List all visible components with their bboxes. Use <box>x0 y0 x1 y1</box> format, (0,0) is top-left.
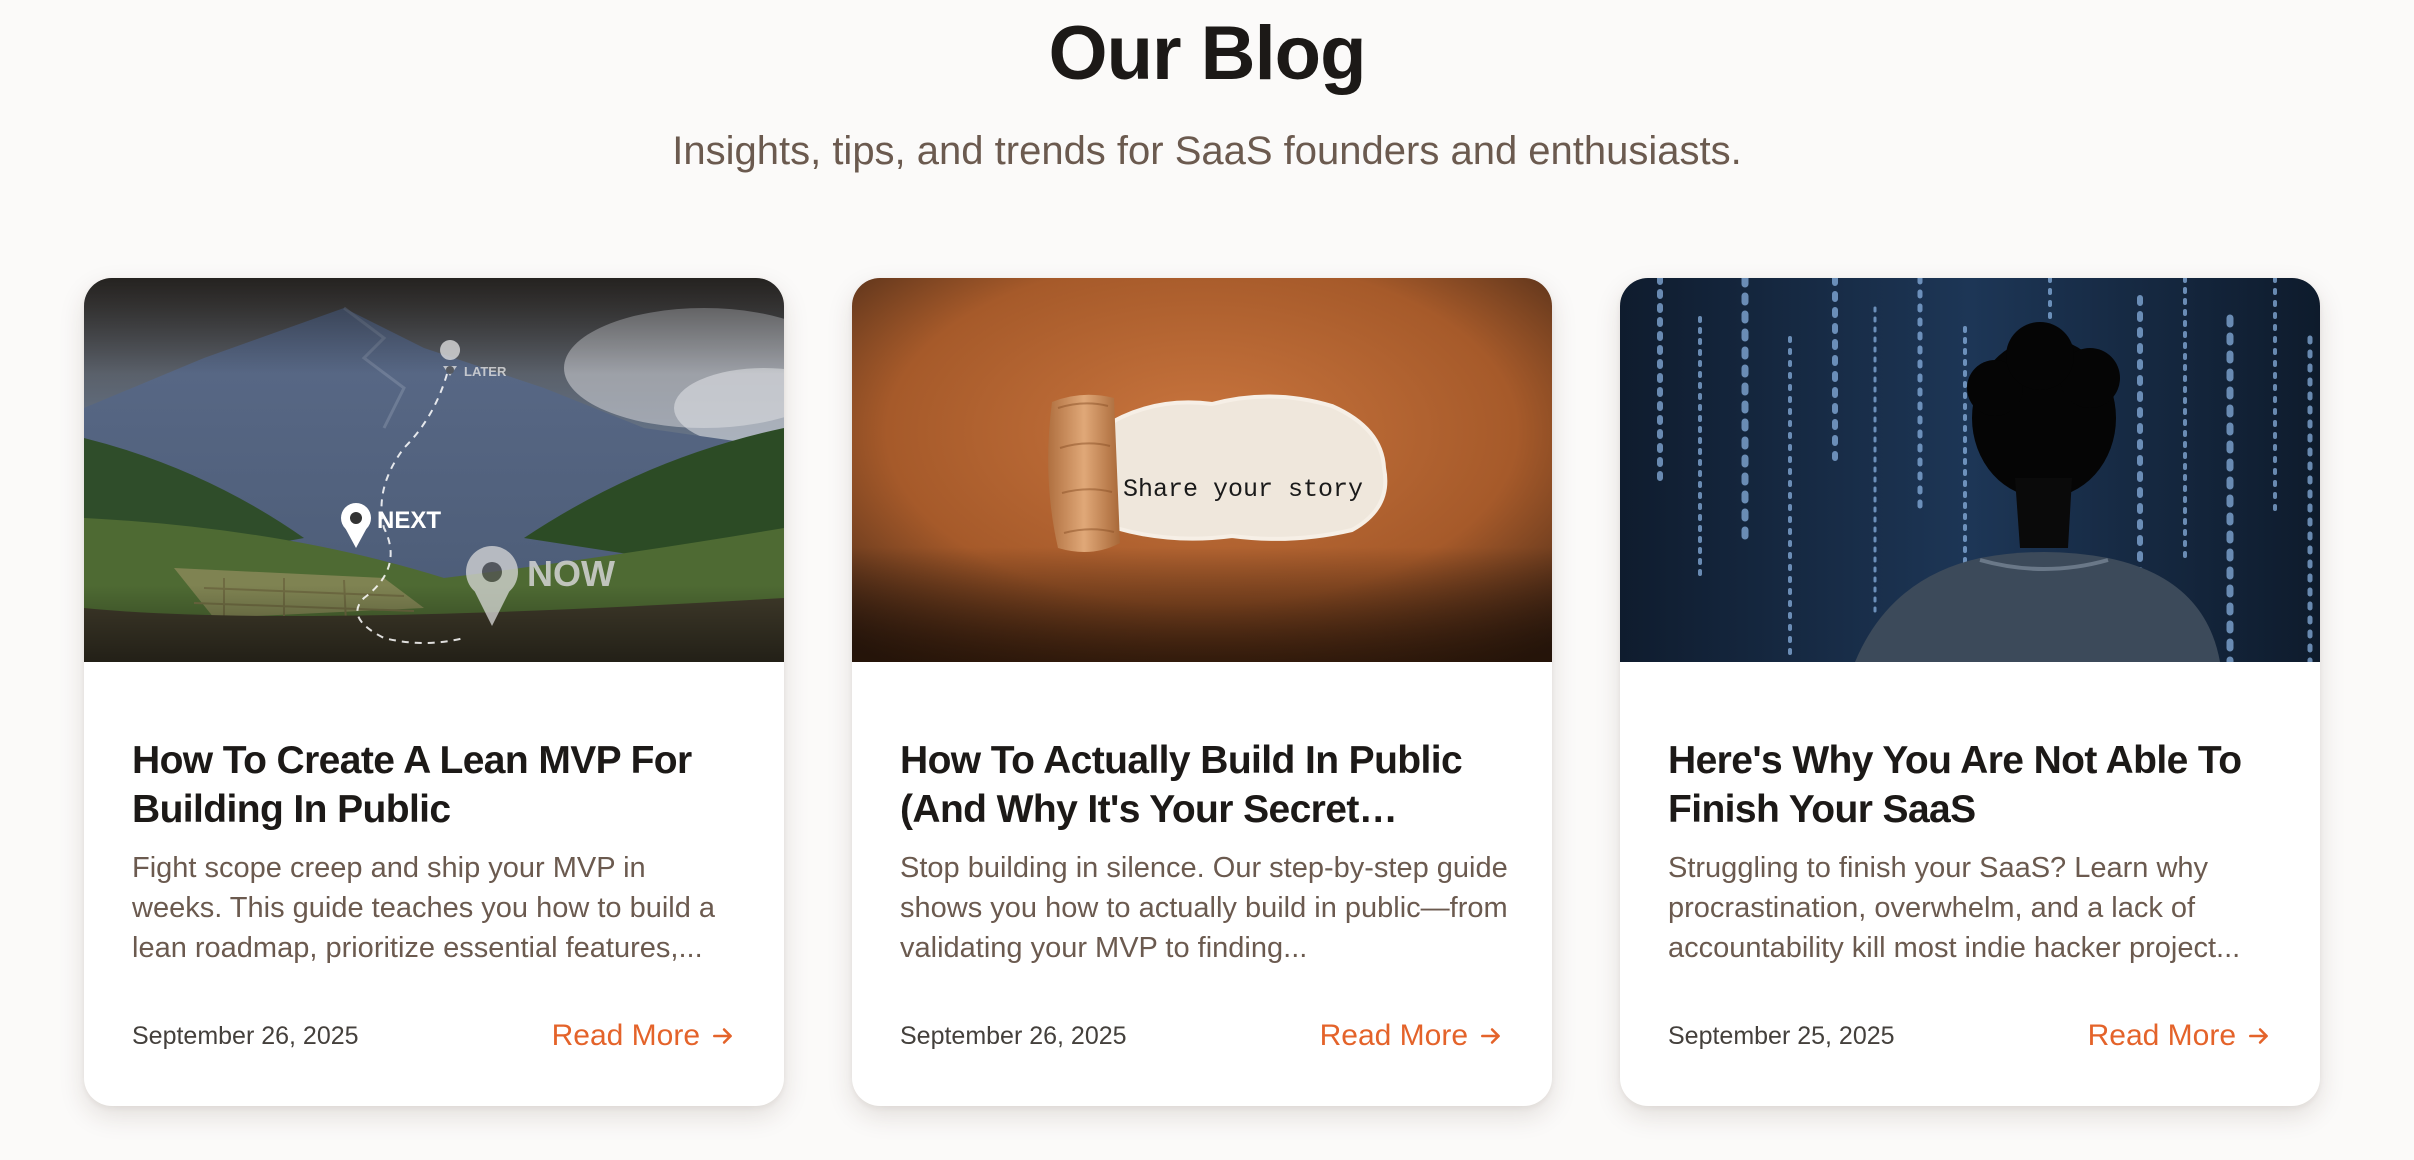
card-date: September 25, 2025 <box>1668 1021 1895 1050</box>
page-subtitle: Insights, tips, and trends for SaaS foun… <box>672 129 1742 173</box>
card-title[interactable]: How To Actually Build In Public (And Why… <box>900 736 1510 834</box>
page-title: Our Blog <box>1048 11 1366 96</box>
card-date: September 26, 2025 <box>900 1021 1127 1050</box>
svg-text:Share your story: Share your story <box>1123 475 1363 504</box>
svg-text:LATER: LATER <box>464 364 507 379</box>
read-more-label: Read More <box>1319 1019 1468 1052</box>
svg-text:NOW: NOW <box>527 553 615 594</box>
read-more-link[interactable]: Read More <box>1320 1019 1504 1053</box>
card-title[interactable]: How To Create A Lean MVP For Building In… <box>132 736 742 834</box>
blog-card[interactable]: Share your story How To Actually Build I… <box>852 278 1552 1106</box>
card-excerpt: Fight scope creep and ship your MVP in w… <box>132 852 716 964</box>
roadmap-mountain-image: LATER NEXT NOW <box>84 278 784 662</box>
read-more-link[interactable]: Read More <box>2088 1019 2272 1053</box>
blog-card-image[interactable]: Share your story <box>852 278 1552 662</box>
blog-card[interactable]: Here's Why You Are Not Able To Finish Yo… <box>1620 278 2320 1106</box>
card-date: September 26, 2025 <box>132 1021 359 1050</box>
blog-card-image[interactable]: LATER NEXT NOW <box>84 278 784 662</box>
arrow-right-icon <box>713 1028 732 1044</box>
svg-text:NEXT: NEXT <box>377 507 441 534</box>
card-excerpt: Struggling to finish your SaaS? Learn wh… <box>1668 852 2241 964</box>
read-more-label: Read More <box>551 1019 700 1052</box>
read-more-label: Read More <box>2087 1019 2236 1052</box>
read-more-link[interactable]: Read More <box>552 1019 736 1053</box>
blog-card-image[interactable] <box>1620 278 2320 662</box>
blog-card[interactable]: LATER NEXT NOW How To Create A Lean MVP … <box>84 278 784 1106</box>
card-excerpt: Stop building in silence. Our step-by-st… <box>900 852 1508 964</box>
card-title[interactable]: Here's Why You Are Not Able To Finish Yo… <box>1668 736 2278 834</box>
torn-paper-image: Share your story <box>852 278 1552 662</box>
arrow-right-icon <box>1481 1028 1500 1044</box>
arrow-right-icon <box>2249 1028 2268 1044</box>
code-rain-silhouette-image <box>1620 278 2320 662</box>
